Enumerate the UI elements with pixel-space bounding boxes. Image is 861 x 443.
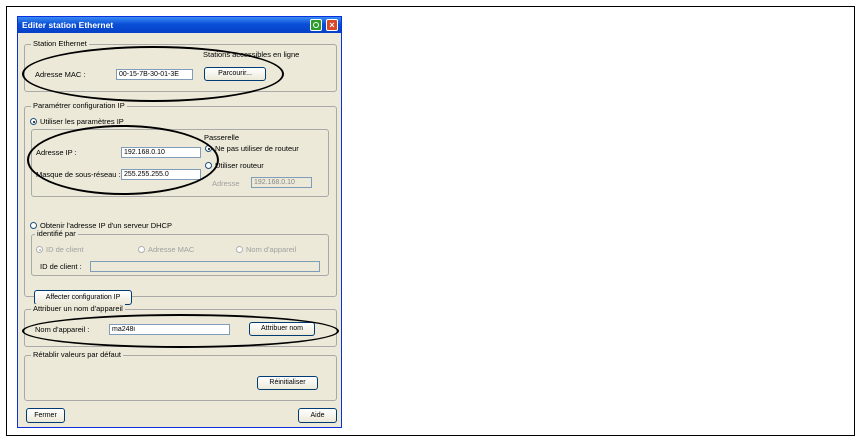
group-ethernet-station: Station Ethernet Stations accessibles en… [24, 39, 337, 92]
client-id-label: ID de client : [40, 262, 82, 271]
router-address-input[interactable] [251, 177, 312, 188]
device-name-option-radio[interactable] [236, 246, 243, 253]
window-title: Editer station Ethernet [22, 20, 114, 30]
group-legend: Paramétrer configuration IP [31, 101, 127, 110]
use-router-label: Utiliser routeur [215, 161, 264, 170]
group-device-name: Attribuer un nom d'appareil Nom d'appare… [24, 304, 337, 347]
reset-button[interactable]: Réinitialiser [257, 376, 318, 390]
mac-option-label: Adresse MAC [148, 245, 195, 254]
help-icon[interactable] [310, 19, 322, 31]
no-router-radio[interactable] [205, 145, 212, 152]
group-ip-params: Adresse IP : Masque de sous-réseau : Pas… [31, 129, 329, 197]
no-router-label: Ne pas utiliser de routeur [215, 144, 299, 153]
device-name-input[interactable] [109, 324, 230, 335]
online-stations-label: Stations accessibles en ligne [203, 50, 300, 59]
client-id-input[interactable] [90, 261, 320, 272]
help-button[interactable]: Aide [298, 408, 337, 423]
use-ip-params-radio[interactable] [30, 118, 37, 125]
group-reset-defaults: Rétablir valeurs par défaut Réinitialise… [24, 350, 337, 401]
router-address-label: Adresse [212, 179, 240, 188]
ip-address-input[interactable] [121, 147, 201, 158]
title-bar: Editer station Ethernet × [18, 17, 341, 33]
subnet-mask-input[interactable] [121, 169, 201, 180]
edit-ethernet-station-dialog: Editer station Ethernet × Station Ethern… [17, 16, 342, 428]
group-legend: Attribuer un nom d'appareil [31, 304, 125, 313]
group-ip-config: Paramétrer configuration IP Utiliser les… [24, 101, 337, 305]
group-legend: Station Ethernet [31, 39, 89, 48]
close-icon[interactable]: × [326, 19, 338, 31]
mac-address-input[interactable] [116, 69, 193, 80]
browse-button[interactable]: Parcourir... [204, 67, 266, 81]
close-button[interactable]: Fermer [26, 408, 65, 423]
ip-address-label: Adresse IP : [36, 148, 77, 157]
group-identified-by: identifié par ID de client Adresse MAC N… [31, 229, 329, 276]
client-id-radio[interactable] [36, 246, 43, 253]
use-router-radio[interactable] [205, 162, 212, 169]
group-legend: identifié par [35, 229, 78, 238]
device-name-label: Nom d'appareil : [35, 325, 90, 334]
client-id-option-label: ID de client [46, 245, 84, 254]
device-name-option-label: Nom d'appareil [246, 245, 297, 254]
subnet-mask-label: Masque de sous-réseau : [36, 170, 121, 179]
assign-name-button[interactable]: Attribuer nom [249, 322, 315, 336]
mac-address-label: Adresse MAC : [35, 70, 86, 79]
assign-ip-button[interactable]: Affecter configuration IP [34, 290, 132, 305]
mac-option-radio[interactable] [138, 246, 145, 253]
use-ip-params-label: Utiliser les paramètres IP [40, 117, 124, 126]
gateway-legend: Passerelle [204, 133, 240, 142]
dhcp-radio[interactable] [30, 222, 37, 229]
group-legend: Rétablir valeurs par défaut [31, 350, 123, 359]
